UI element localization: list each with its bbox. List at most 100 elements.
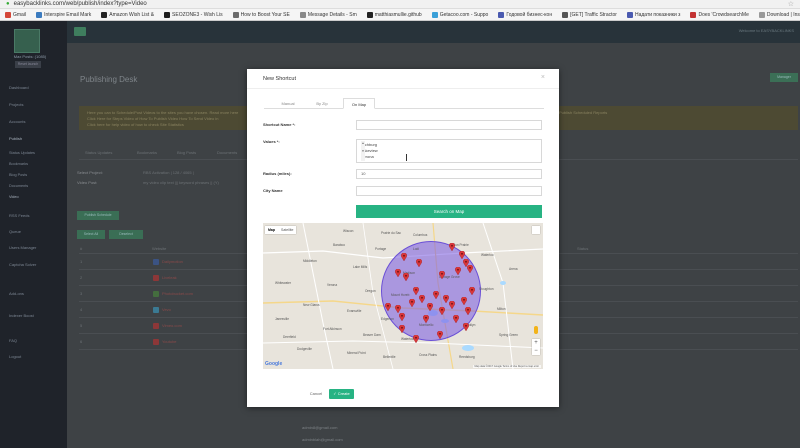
map-marker-icon[interactable] (467, 265, 473, 273)
site-link[interactable]: Vimeo.com (162, 323, 182, 328)
site-link[interactable]: Youtube (162, 339, 177, 344)
sidebar-item-status-updates[interactable]: Status Updates (0, 148, 67, 158)
sidebar-item-faq[interactable]: FAQ (0, 336, 67, 346)
sub-tab[interactable]: Documents (217, 150, 237, 155)
map-footer[interactable]: Map data ©2017 Google Terms of Use Repor… (472, 365, 541, 368)
sidebar-item-video[interactable]: Video (0, 192, 67, 202)
bookmark-star-icon[interactable]: ☆ (788, 0, 794, 8)
bookmark-item[interactable]: How to Boost Your SE (228, 11, 295, 18)
map-marker-icon[interactable] (449, 301, 455, 309)
map-type-map[interactable]: Map (265, 226, 278, 234)
cancel-button[interactable]: Cancel (305, 389, 327, 399)
deselect-button[interactable]: Deselect (109, 230, 143, 239)
shortcut-name-input[interactable] (356, 120, 542, 130)
map-marker-icon[interactable] (427, 303, 433, 311)
map-marker-icon[interactable] (463, 323, 469, 331)
city-name-input[interactable] (356, 186, 542, 196)
map-marker-icon[interactable] (437, 331, 443, 339)
address-bar[interactable]: ● easybacklinks.com/web/publish/index?ty… (0, 0, 800, 9)
bookmark-item[interactable]: Interspire Email Mark (31, 11, 96, 18)
map-marker-icon[interactable] (399, 325, 405, 333)
map-view[interactable]: Wiscon Prairie du Sac Columbus Baraboo Porta… (263, 223, 543, 369)
sidebar-item-users-manager[interactable]: Users Manager (0, 243, 67, 253)
bookmark-item[interactable]: Does 'CrowdsearchMe (685, 11, 753, 18)
bookmark-item[interactable]: matthiasmullie.github (362, 11, 427, 18)
values-textarea[interactable]: Richburg Lakeview Verona ▲ ▼ (356, 139, 542, 163)
manager-button[interactable]: Manager (770, 73, 798, 82)
map-marker-icon[interactable] (413, 287, 419, 295)
search-on-map-button[interactable]: Search on Map (356, 205, 542, 218)
sidebar-item-publish[interactable]: Publish (0, 134, 67, 144)
url-text[interactable]: easybacklinks.com/web/publish/index?type… (14, 1, 147, 7)
create-button[interactable]: ✓ Create (329, 389, 354, 399)
fullscreen-icon[interactable] (532, 226, 540, 234)
map-marker-icon[interactable] (423, 315, 429, 323)
map-marker-icon[interactable] (416, 259, 422, 267)
map-marker-icon[interactable] (439, 307, 445, 315)
tab-by-zip[interactable]: By Zip (310, 98, 334, 109)
sidebar-item-logout[interactable]: Logout (0, 352, 67, 362)
map-marker-icon[interactable] (419, 295, 425, 303)
sidebar-item-blog-posts[interactable]: Blog Posts (0, 170, 67, 180)
zoom-out-button[interactable]: − (532, 347, 540, 355)
map-marker-icon[interactable] (395, 269, 401, 277)
bookmark-item[interactable]: Amazon Wish List & (96, 11, 159, 18)
map-marker-icon[interactable] (433, 291, 439, 299)
sidebar-item-captcha-solver[interactable]: Captcha Solver (0, 260, 67, 270)
sidebar-item-accounts[interactable]: Accounts (0, 117, 67, 127)
map-marker-icon[interactable] (409, 299, 415, 307)
sub-tab[interactable]: Bookmarks (137, 150, 157, 155)
map-marker-icon[interactable] (385, 303, 391, 311)
bookmark-item[interactable]: Gmail (0, 11, 31, 18)
map-marker-icon[interactable] (449, 243, 455, 251)
bookmark-item[interactable]: Getacoo.com - Suppo (427, 11, 494, 18)
map-marker-icon[interactable] (453, 315, 459, 323)
map-marker-icon[interactable] (455, 267, 461, 275)
select-project-value[interactable]: RBS Activation | 128 / 4065 | (143, 170, 194, 175)
notice-link[interactable]: Publish Scheduled Reports (559, 110, 607, 115)
map-marker-icon[interactable] (439, 271, 445, 279)
sidebar-item-projects[interactable]: Projects (0, 100, 67, 110)
sidebar-item-dashboard[interactable]: Dashboard (0, 83, 67, 93)
sidebar-item-rss-feeds[interactable]: RSS Feeds (0, 211, 67, 221)
site-link[interactable]: Vevo (162, 307, 171, 312)
sub-tab[interactable]: Status Updates (85, 150, 112, 155)
zoom-in-button[interactable]: + (532, 339, 540, 347)
sidebar-item-documents[interactable]: Documents (0, 181, 67, 191)
tab-on-map[interactable]: On Map (343, 98, 375, 109)
map-marker-icon[interactable] (465, 307, 471, 315)
map-marker-icon[interactable] (461, 297, 467, 305)
map-marker-icon[interactable] (413, 335, 419, 343)
bookmark-item[interactable]: Годовой бизнес-кон (493, 11, 557, 18)
map-marker-icon[interactable] (399, 313, 405, 321)
map-marker-icon[interactable] (395, 305, 401, 313)
map-marker-icon[interactable] (459, 251, 465, 259)
sidebar-item-add-ons[interactable]: Add-ons (0, 289, 67, 299)
sidebar-item-indexer-boost[interactable]: Indexer Boost (0, 311, 67, 321)
bookmark-item[interactable]: Download | InstaBuild (754, 11, 800, 18)
bookmark-item[interactable]: [GET] Traffic Stractor (557, 11, 622, 18)
map-type-satellite[interactable]: Satellite (278, 226, 296, 234)
map-marker-icon[interactable] (401, 253, 407, 261)
menu-toggle-button[interactable] (74, 27, 86, 36)
sidebar-item-bookmarks[interactable]: Bookmarks (0, 159, 67, 169)
bookmark-item[interactable]: Message Details - Sm (295, 11, 362, 18)
map-marker-icon[interactable] (469, 287, 475, 295)
tab-manual[interactable]: Manual (276, 98, 300, 109)
site-link[interactable]: Dailymotion (162, 259, 183, 264)
sidebar-item-queue[interactable]: Queue (0, 227, 67, 237)
radius-input[interactable]: 10 (356, 169, 542, 179)
sub-tab[interactable]: Blog Posts (177, 150, 196, 155)
select-all-button[interactable]: Select All (77, 230, 105, 239)
scroll-down-icon[interactable]: ▼ (361, 149, 365, 153)
close-icon[interactable]: × (541, 74, 545, 81)
map-marker-icon[interactable] (403, 273, 409, 281)
site-link[interactable]: Photobucket.com (162, 291, 193, 296)
publish-schedule-button[interactable]: Publish Schedule (77, 211, 119, 220)
reset-button[interactable]: Reset launch (15, 61, 41, 68)
pegman-icon[interactable] (534, 326, 538, 334)
textarea-scrollbar[interactable]: ▲ ▼ (361, 141, 365, 161)
bookmark-item[interactable]: SEOZONE3 - Wish Lis (159, 11, 228, 18)
scroll-up-icon[interactable]: ▲ (361, 141, 365, 145)
bookmark-item[interactable]: Надати показники з (622, 11, 685, 18)
